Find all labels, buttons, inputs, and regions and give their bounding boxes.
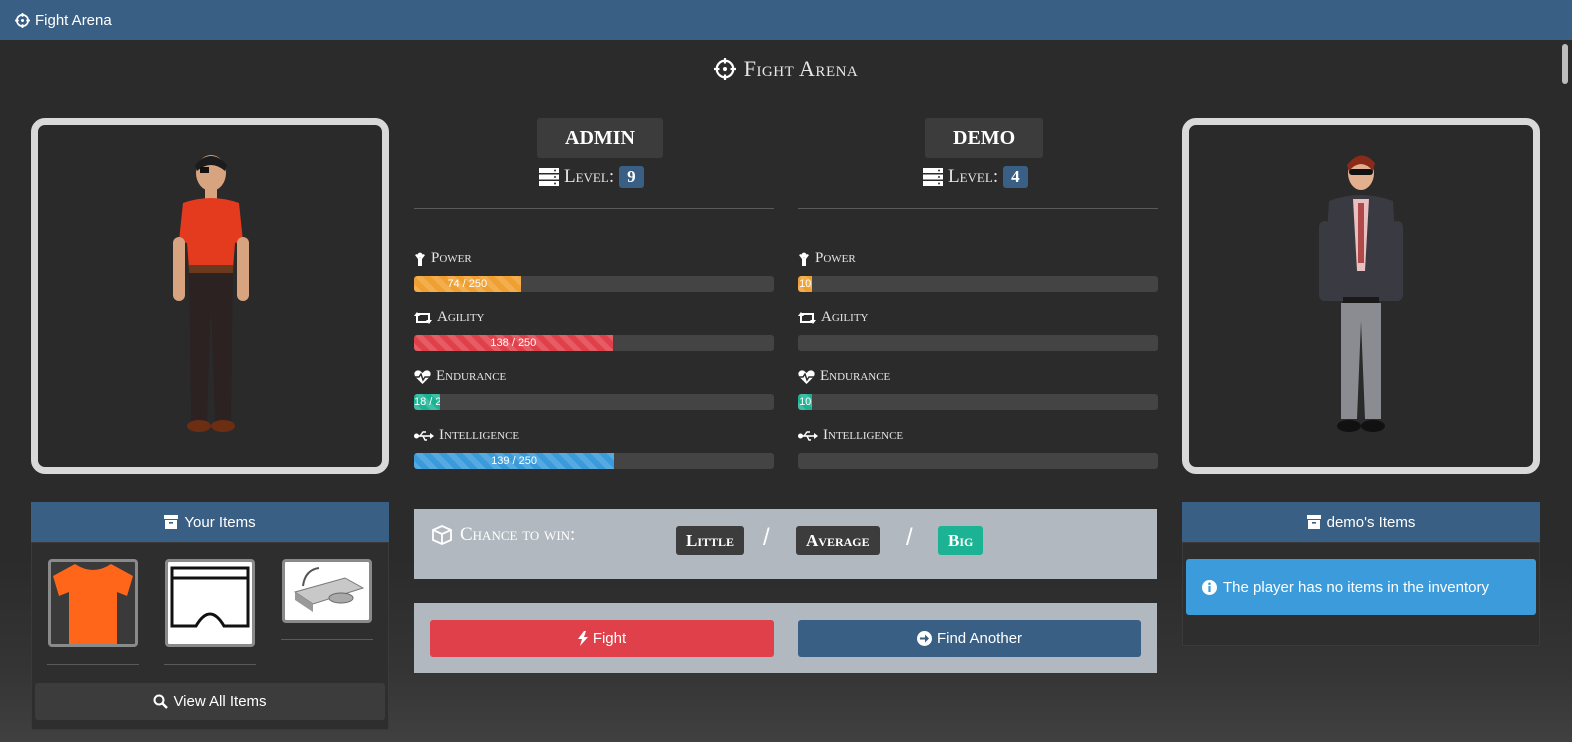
stat-intelligence-fill: 139 / 250 <box>414 453 615 469</box>
underwear-icon <box>168 562 252 644</box>
stat-endurance-label: Endurance <box>798 368 890 385</box>
stat-power-fill: 74 / 250 <box>414 276 521 292</box>
server-icon <box>923 168 943 186</box>
stat-endurance-fill: 10 <box>798 394 813 410</box>
retweet-icon <box>798 311 816 324</box>
chance-average: Average <box>796 526 880 555</box>
opponent-level: Level: 4 <box>923 166 1028 188</box>
usb-icon <box>798 430 818 441</box>
stat-endurance-bar: 10 <box>798 394 1158 410</box>
stat-intelligence-label: Intelligence <box>414 427 519 444</box>
usb-icon <box>414 430 434 441</box>
stat-agility-bar: 138 / 250 <box>414 335 774 351</box>
stat-endurance-bar: 18 / 250 <box>414 394 774 410</box>
player-avatar-frame <box>31 118 389 474</box>
item-divider <box>47 664 139 665</box>
power-icon <box>415 252 425 266</box>
info-icon <box>1202 579 1217 595</box>
opponent-items-header: demo's Items <box>1182 502 1540 542</box>
stat-power-label: Power <box>414 250 472 267</box>
top-bar-title[interactable]: Fight Arena <box>35 12 112 29</box>
crosshair-icon <box>15 12 30 28</box>
view-all-items-button[interactable]: View All Items <box>35 683 385 720</box>
opponent-name: DEMO <box>953 126 1016 149</box>
item-slot-drive[interactable] <box>282 559 372 623</box>
bolt-icon <box>577 631 588 646</box>
opponent-avatar-frame <box>1182 118 1540 474</box>
stat-power-bar: 74 / 250 <box>414 276 774 292</box>
stat-agility-label: Agility <box>798 309 869 326</box>
opponent-name-tag: DEMO <box>925 118 1044 158</box>
arrow-circle-right-icon <box>916 631 932 646</box>
stat-endurance-label: Endurance <box>414 368 506 385</box>
cube-icon <box>432 525 452 545</box>
tshirt-icon <box>53 564 133 644</box>
item-slot-tshirt[interactable] <box>48 559 138 647</box>
chance-big: Big <box>938 526 984 555</box>
archive-icon <box>1306 515 1321 529</box>
player-level: Level: 9 <box>539 166 644 188</box>
level-badge: 9 <box>619 166 644 188</box>
page-title-text: Fight Arena <box>743 56 859 81</box>
item-divider <box>164 664 256 665</box>
stat-intelligence-label: Intelligence <box>798 427 903 444</box>
chance-little: Little <box>676 526 745 555</box>
divider <box>798 208 1158 209</box>
stat-power-label: Power <box>798 250 856 267</box>
stat-power-bar: 10 <box>798 276 1158 292</box>
top-bar: Fight Arena <box>0 0 1572 40</box>
player-avatar <box>173 155 249 432</box>
chance-label: Chance to win: <box>432 524 575 546</box>
archive-icon <box>164 515 179 529</box>
level-label: Level: <box>948 166 999 187</box>
power-icon <box>799 252 809 266</box>
heartbeat-icon <box>798 369 815 384</box>
stat-agility-fill: 138 / 250 <box>414 335 613 351</box>
retweet-icon <box>414 311 432 324</box>
page-title: Fight Arena <box>0 56 1572 82</box>
stat-endurance-fill: 18 / 250 <box>414 394 440 410</box>
level-badge: 4 <box>1003 166 1028 188</box>
stat-agility-bar <box>798 335 1158 351</box>
opponent-avatar <box>1319 155 1403 432</box>
player-name: ADMIN <box>565 126 635 149</box>
search-icon <box>153 694 169 709</box>
item-slot-underwear[interactable] <box>165 559 255 647</box>
crosshair-icon <box>713 58 736 80</box>
separator: / <box>763 524 770 551</box>
fight-button[interactable]: Fight <box>430 620 774 657</box>
divider <box>414 208 774 209</box>
your-items-header: Your Items <box>31 502 389 542</box>
drive-icon <box>285 562 369 620</box>
stat-intelligence-bar <box>798 453 1158 469</box>
separator: / <box>906 524 913 551</box>
level-label: Level: <box>564 166 615 187</box>
stat-power-fill: 10 <box>798 276 813 292</box>
empty-inventory-alert: The player has no items in the inventory <box>1186 559 1536 615</box>
player-name-tag: ADMIN <box>537 118 663 158</box>
stat-intelligence-bar: 139 / 250 <box>414 453 774 469</box>
stat-agility-label: Agility <box>414 309 485 326</box>
server-icon <box>539 168 559 186</box>
item-divider <box>281 639 373 640</box>
find-another-button[interactable]: Find Another <box>798 620 1141 657</box>
heartbeat-icon <box>414 369 431 384</box>
